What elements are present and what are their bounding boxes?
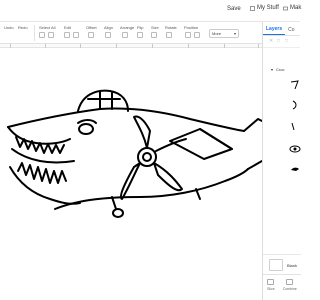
more-label: More bbox=[212, 31, 222, 36]
tab-color-sync[interactable]: Co bbox=[285, 27, 297, 35]
position-button[interactable]: Position bbox=[184, 25, 198, 30]
chevron-down-icon[interactable]: ▾ bbox=[271, 67, 273, 72]
layer-item[interactable] bbox=[289, 120, 301, 132]
ungroup-icon[interactable]: □ bbox=[277, 39, 282, 44]
top-bar: Save My Stuff Mak bbox=[0, 0, 301, 22]
make-label: Mak bbox=[290, 5, 302, 11]
layer-actions: ✕ □ □ bbox=[263, 36, 300, 48]
my-stuff-label: My Stuff bbox=[257, 5, 279, 11]
edit-icons bbox=[64, 32, 79, 38]
flip-button[interactable]: Flip bbox=[137, 25, 143, 30]
arrange-icon bbox=[122, 32, 128, 38]
canvas-color-swatch[interactable] bbox=[269, 259, 283, 271]
size-button[interactable]: Size bbox=[151, 25, 159, 30]
layer-thumbnail bbox=[292, 100, 297, 110]
layer-group-label: Croc bbox=[276, 66, 285, 72]
edit-button[interactable]: Edit bbox=[64, 25, 71, 30]
more-dropdown[interactable]: More ▾ bbox=[209, 29, 239, 38]
layer-item[interactable] bbox=[289, 98, 301, 110]
combine-button[interactable]: Combine bbox=[283, 279, 297, 300]
combine-icon bbox=[286, 279, 294, 285]
save-button[interactable]: Save bbox=[227, 6, 241, 12]
layers-panel: Layers Co ✕ □ □ ▾ Croc Blank Slice Combi… bbox=[262, 22, 301, 300]
mystuff-icon bbox=[250, 5, 255, 11]
design-canvas[interactable] bbox=[0, 49, 263, 300]
make-button[interactable]: Mak bbox=[283, 5, 301, 11]
crocodile-airplane-drawing[interactable] bbox=[0, 49, 263, 300]
offset-icon bbox=[88, 32, 94, 38]
canvas-layer-label: Blank bbox=[287, 263, 298, 268]
panel-tabs: Layers Co bbox=[263, 22, 300, 36]
combine-label: Combine bbox=[282, 287, 297, 291]
layer-bottom-tools: Slice Combine bbox=[263, 274, 301, 300]
position-icons bbox=[185, 32, 200, 38]
layer-group-crocodile[interactable]: ▾ Croc bbox=[263, 64, 301, 74]
make-icon bbox=[283, 6, 288, 10]
blank-canvas-layer[interactable]: Blank bbox=[263, 254, 301, 274]
select-all-icons bbox=[39, 32, 54, 38]
layer-thumbnail bbox=[291, 122, 295, 131]
duplicate-icon[interactable]: □ bbox=[285, 39, 290, 44]
align-icon bbox=[105, 32, 111, 38]
horizontal-ruler bbox=[0, 44, 262, 48]
select-all-button[interactable]: Select All bbox=[39, 25, 55, 30]
undo-label[interactable]: Undo bbox=[4, 25, 14, 30]
layer-item[interactable] bbox=[289, 162, 301, 174]
slice-button[interactable]: Slice bbox=[267, 279, 275, 300]
size-icons bbox=[151, 32, 157, 38]
chevron-down-icon: ▾ bbox=[233, 31, 236, 36]
redo-label[interactable]: Redo bbox=[18, 25, 28, 30]
group-icon[interactable]: ✕ bbox=[269, 39, 274, 44]
slice-icon bbox=[267, 279, 275, 285]
align-button[interactable]: Align bbox=[104, 25, 113, 30]
flip-icon bbox=[137, 32, 143, 38]
layer-thumbnail bbox=[291, 167, 299, 171]
my-stuff-button[interactable]: My Stuff bbox=[250, 5, 279, 11]
rotate-button[interactable]: Rotate bbox=[165, 25, 177, 30]
edit-toolbar: Undo Redo Select All Edit Offset Align A… bbox=[0, 22, 262, 44]
slice-label: Slice bbox=[267, 287, 275, 291]
layer-item[interactable] bbox=[289, 142, 301, 154]
layer-thumbnail bbox=[290, 80, 299, 90]
eye-icon bbox=[289, 145, 301, 153]
rotate-icon bbox=[166, 32, 172, 38]
toolbar-divider bbox=[34, 25, 35, 41]
offset-button[interactable]: Offset bbox=[86, 25, 97, 30]
tab-layers[interactable]: Layers bbox=[263, 26, 286, 35]
arrange-button[interactable]: Arrange bbox=[120, 25, 134, 30]
layer-item[interactable] bbox=[289, 78, 301, 90]
